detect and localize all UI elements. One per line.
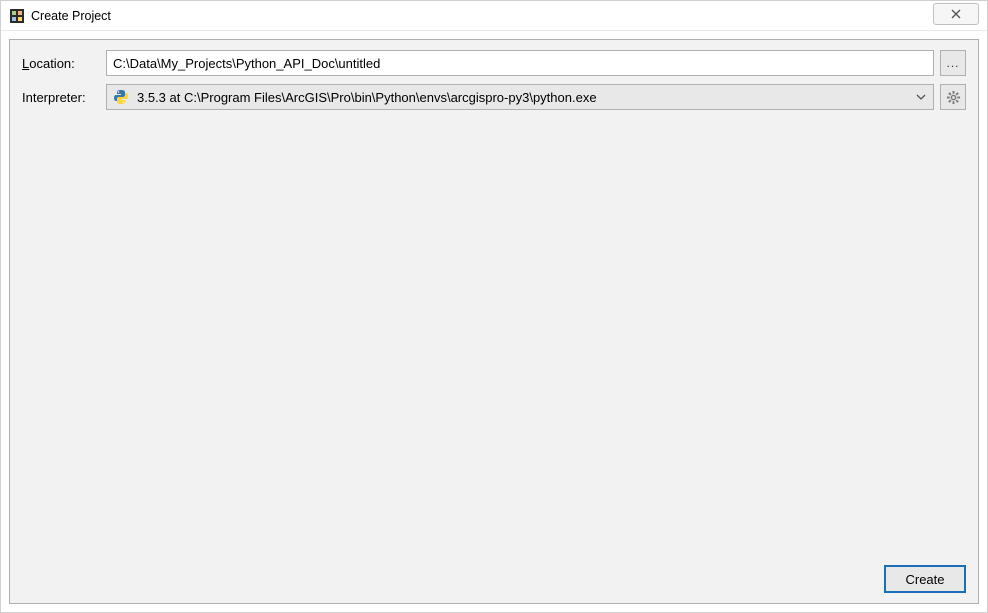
chevron-down-icon: [915, 91, 927, 103]
spacer: [22, 118, 966, 557]
location-label: Location:: [22, 56, 100, 71]
interpreter-dropdown[interactable]: 3.5.3 at C:\Program Files\ArcGIS\Pro\bin…: [106, 84, 934, 110]
location-input[interactable]: [106, 50, 934, 76]
gear-icon: [946, 90, 961, 105]
app-icon: [9, 8, 25, 24]
interpreter-label: Interpreter:: [22, 90, 100, 105]
footer: Create: [22, 557, 966, 593]
window-title: Create Project: [31, 9, 111, 23]
interpreter-value: 3.5.3 at C:\Program Files\ArcGIS\Pro\bin…: [137, 90, 915, 105]
close-button[interactable]: [933, 3, 979, 25]
titlebar: Create Project: [1, 1, 987, 31]
create-button[interactable]: Create: [884, 565, 966, 593]
dialog-window: Create Project Location: ... Interpreter…: [0, 0, 988, 613]
interpreter-row: Interpreter: 3.5.3 at C:\Program Files\A…: [22, 84, 966, 110]
location-row: Location: ...: [22, 50, 966, 76]
close-icon: [950, 8, 962, 20]
interpreter-settings-button[interactable]: [940, 84, 966, 110]
browse-button[interactable]: ...: [940, 50, 966, 76]
python-icon: [113, 89, 129, 105]
content-area: Location: ... Interpreter: 3.5.3 at C:\P…: [9, 39, 979, 604]
